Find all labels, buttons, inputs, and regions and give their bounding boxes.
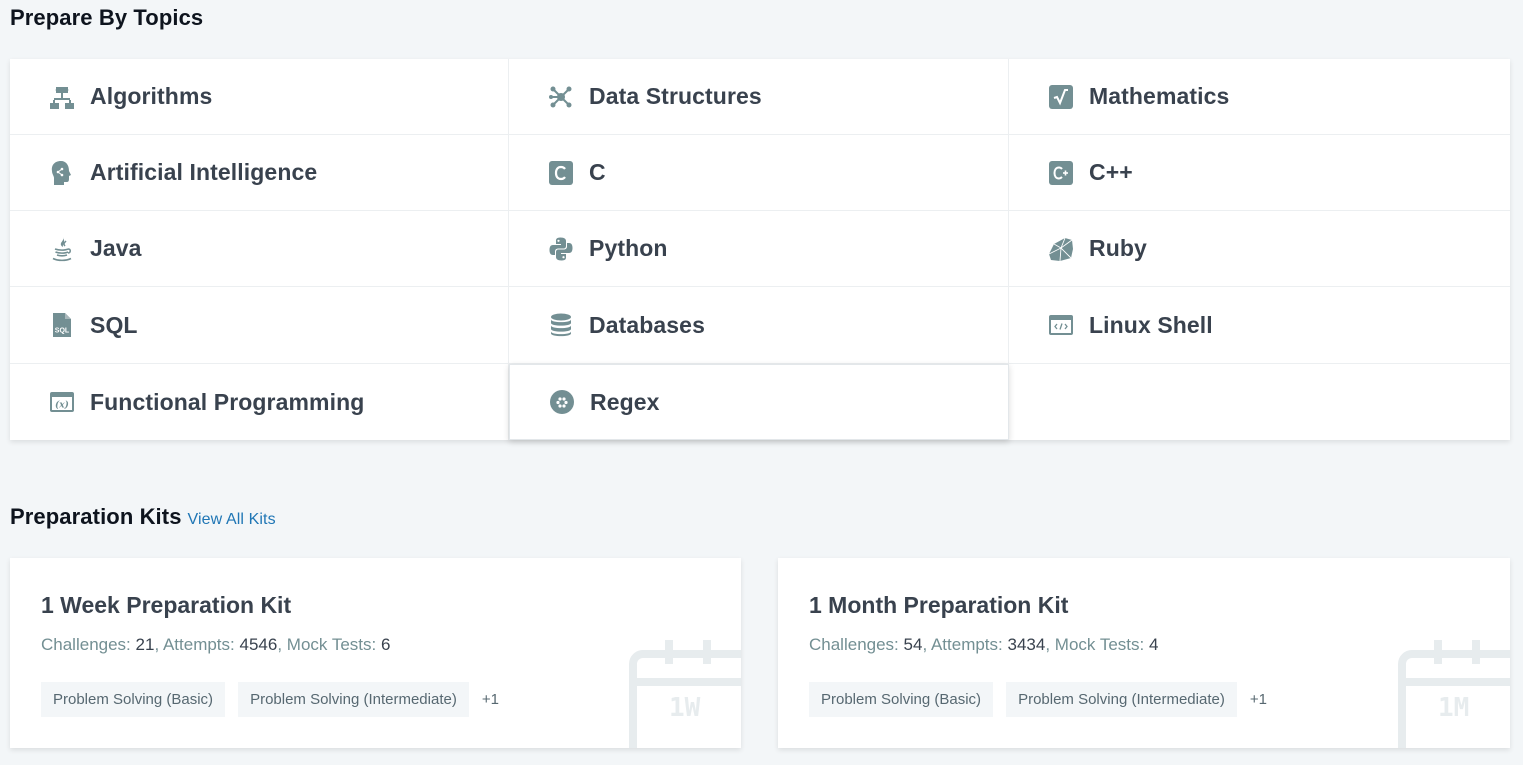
topic-ruby[interactable]: Ruby [1009,211,1510,287]
topic-label: Ruby [1089,235,1147,261]
topic-python[interactable]: Python [509,211,1009,287]
topic-label: Java [90,235,142,261]
topic-mathematics[interactable]: Mathematics [1009,59,1510,135]
topic-label: Linux Shell [1089,311,1213,338]
challenges-label: Challenges: [809,635,899,654]
topic-label: Regex [590,388,660,415]
kit-stats: Challenges: 54, Attempts: 3434, Mock Tes… [809,635,1159,654]
kits-section-title: Preparation Kits [10,504,182,529]
attempts-count: 4546 [239,635,278,654]
kit-tags: Problem Solving (Basic) Problem Solving … [41,682,499,717]
kits-section-header: Preparation Kits View All Kits [10,504,276,530]
topics-grid: Algorithms Data Structures Mathematics A… [10,59,1510,440]
functional-programming-icon: (x) [48,388,76,416]
svg-text:SQL: SQL [55,328,70,335]
topic-label: Python [589,235,668,261]
calendar-icon: 1M [1398,638,1510,748]
attempts-label: Attempts: [162,635,235,654]
topic-label: SQL [90,311,138,338]
ruby-icon [1047,235,1075,263]
topic-label: Functional Programming [90,388,365,415]
topic-linux-shell[interactable]: Linux Shell [1009,287,1510,364]
topics-section-title: Prepare By Topics [10,5,204,30]
mathematics-icon [1047,83,1075,111]
empty-cell [1009,364,1510,440]
java-icon [48,235,76,263]
topic-label: Databases [589,311,705,338]
topic-label: Data Structures [589,83,762,109]
mock-tests-label: Mock Tests: [1054,635,1145,654]
topic-algorithms[interactable]: Algorithms [10,59,509,135]
kit-stats: Challenges: 21, Attempts: 4546, Mock Tes… [41,635,391,654]
attempts-label: Attempts: [930,635,1003,654]
calendar-icon: 1W [629,638,741,748]
topic-cpp[interactable]: C++ [1009,135,1510,211]
sql-icon: SQL [48,311,76,339]
topic-databases[interactable]: Databases [509,287,1009,364]
svg-text:(x): (x) [55,400,69,411]
kit-title: 1 Month Preparation Kit [809,592,1069,618]
kit-title: 1 Week Preparation Kit [41,592,292,618]
challenges-label: Challenges: [41,635,131,654]
regex-icon [548,388,576,416]
data-structures-icon [547,83,575,111]
linux-shell-icon [1047,311,1075,339]
python-icon [547,235,575,263]
mock-tests-count: 4 [1148,635,1159,654]
topic-label: Artificial Intelligence [90,159,318,185]
topic-functional-programming[interactable]: (x) Functional Programming [10,364,509,440]
algorithms-icon [48,83,76,111]
challenges-count: 54 [903,635,923,654]
topic-sql[interactable]: SQL SQL [10,287,509,364]
kit-card-1-week[interactable]: 1 Week Preparation Kit Challenges: 21, A… [10,558,741,748]
kit-tag: Problem Solving (Intermediate) [1006,682,1237,717]
artificial-intelligence-icon [48,159,76,187]
topic-c[interactable]: C [509,135,1009,211]
topic-label: C++ [1089,159,1133,185]
attempts-count: 3434 [1007,635,1046,654]
topic-artificial-intelligence[interactable]: Artificial Intelligence [10,135,509,211]
topic-regex[interactable]: Regex [509,364,1009,440]
more-tags-count: +1 [1249,691,1267,708]
cpp-icon [1047,159,1075,187]
kit-tag: Problem Solving (Intermediate) [238,682,469,717]
databases-icon [547,311,575,339]
kit-card-1-month[interactable]: 1 Month Preparation Kit Challenges: 54, … [778,558,1510,748]
more-tags-count: +1 [481,691,499,708]
topic-java[interactable]: Java [10,211,509,287]
challenges-count: 21 [135,635,155,654]
calendar-text: 1M [1438,693,1470,723]
mock-tests-label: Mock Tests: [286,635,377,654]
topic-label: Mathematics [1089,83,1230,109]
calendar-text: 1W [669,693,701,723]
kit-tag: Problem Solving (Basic) [41,682,226,717]
kit-tag: Problem Solving (Basic) [809,682,994,717]
topic-label: C [589,159,606,185]
c-icon [547,159,575,187]
mock-tests-count: 6 [380,635,391,654]
topic-label: Algorithms [90,83,213,109]
view-all-kits-link[interactable]: View All Kits [188,511,276,529]
kit-tags: Problem Solving (Basic) Problem Solving … [809,682,1267,717]
topic-data-structures[interactable]: Data Structures [509,59,1009,135]
